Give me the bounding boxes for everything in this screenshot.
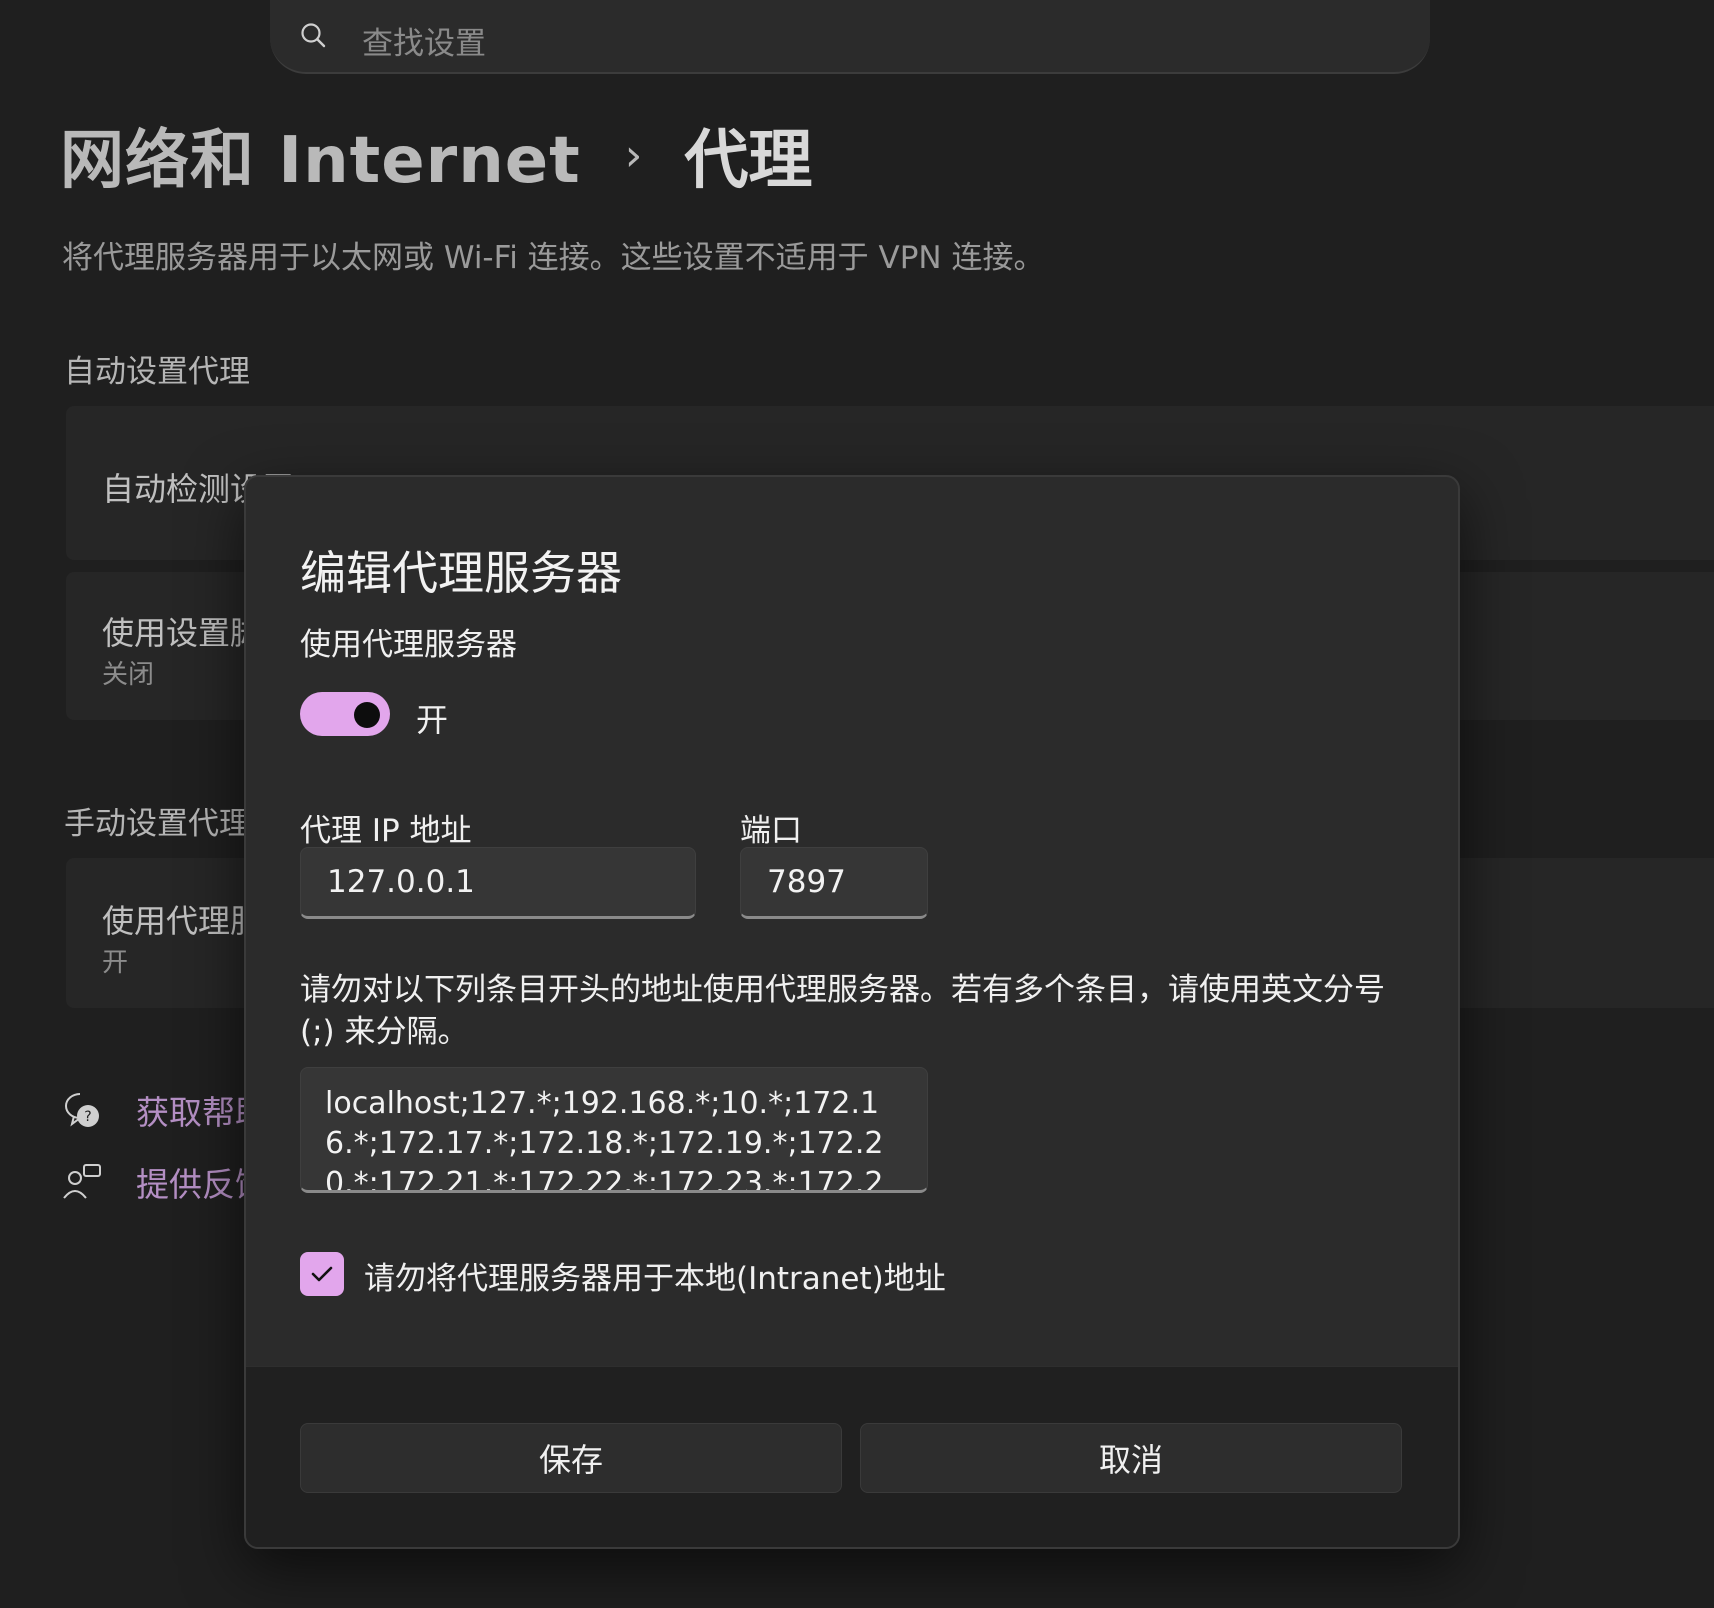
breadcrumb: 网络和 Internet › 代理: [60, 110, 812, 200]
use-proxy-toggle[interactable]: [300, 692, 390, 736]
search-icon: [301, 23, 326, 48]
search-placeholder: 查找设置: [362, 26, 486, 62]
page-title: 代理: [684, 124, 813, 198]
port-value: 7897: [767, 864, 846, 900]
local-bypass-checkbox[interactable]: [300, 1252, 344, 1296]
local-bypass-label[interactable]: 请勿将代理服务器用于本地(Intranet)地址: [364, 1253, 946, 1298]
bypass-note: 请勿对以下列条目开头的地址使用代理服务器。若有多个条目，请使用英文分号 (;) …: [300, 972, 1385, 1050]
port-label: 端口: [740, 813, 802, 849]
proxy-ip-value: 127.0.0.1: [327, 864, 475, 900]
dialog-footer: 保存 取消: [246, 1366, 1458, 1547]
port-input[interactable]: 7897: [740, 847, 928, 919]
bypass-list-value: localhost;127.*;192.168.*;10.*;172.16.*;…: [325, 1086, 884, 1193]
setup-script-status: 关闭: [102, 660, 155, 690]
svg-text:?: ?: [84, 1109, 91, 1125]
toggle-state-label: 开: [416, 701, 449, 739]
get-help-link[interactable]: ? 获取帮助: [62, 1085, 268, 1135]
feedback-icon: [63, 1164, 101, 1199]
search-box[interactable]: 查找设置: [270, 0, 1430, 74]
proxy-ip-input[interactable]: 127.0.0.1: [300, 847, 696, 919]
breadcrumb-network[interactable]: 网络和 Internet: [60, 109, 581, 201]
save-button[interactable]: 保存: [300, 1423, 842, 1493]
proxy-ip-label: 代理 IP 地址: [300, 813, 472, 849]
bypass-list-textarea[interactable]: localhost;127.*;192.168.*;10.*;172.16.*;…: [300, 1067, 928, 1193]
manual-section-title: 手动设置代理: [64, 806, 250, 842]
dialog-title: 编辑代理服务器: [300, 546, 622, 600]
use-proxy-label: 使用代理服务器: [300, 627, 517, 663]
help-chat-icon: ?: [65, 1093, 99, 1127]
page-description: 将代理服务器用于以太网或 Wi-Fi 连接。这些设置不适用于 VPN 连接。: [62, 240, 1045, 276]
manual-proxy-status: 开: [102, 948, 129, 978]
cancel-button[interactable]: 取消: [860, 1423, 1402, 1493]
auto-section-title: 自动设置代理: [64, 354, 250, 390]
chevron-right-icon: ›: [624, 129, 643, 181]
edit-proxy-dialog: 编辑代理服务器 使用代理服务器 开 代理 IP 地址 127.0.0.1 端口 …: [244, 475, 1460, 1549]
toggle-knob: [354, 702, 380, 728]
checkmark-icon: [311, 1266, 333, 1282]
give-feedback-link[interactable]: 提供反馈: [62, 1157, 268, 1207]
